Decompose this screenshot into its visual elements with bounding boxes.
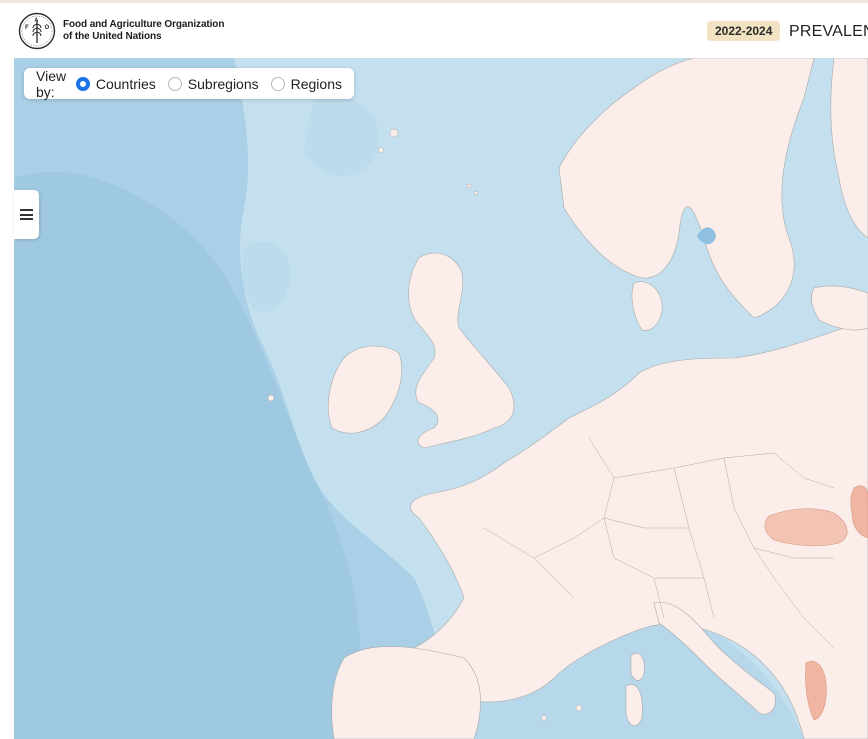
view-by-control: View by: Countries Subregions Regions [24,67,354,100]
radio-regions-indicator[interactable] [270,76,285,91]
sidebar-toggle-button[interactable] [14,190,39,239]
radio-subregions[interactable]: Subregions [167,75,259,92]
europe-map[interactable] [14,58,868,739]
radio-countries-label: Countries [95,75,156,92]
radio-countries[interactable]: Countries [75,75,156,92]
radio-subregions-indicator[interactable] [167,76,182,91]
period-badge: 2022-2024 [707,21,781,41]
svg-text:F: F [25,25,29,31]
header: F A O Food and Agriculture Organization … [0,3,868,58]
view-by-label: View by: [36,67,67,100]
map-canvas[interactable] [14,58,868,739]
svg-text:O: O [45,25,50,31]
indicator-title: PREVALENCE [789,23,868,40]
hamburger-menu-icon [20,209,33,220]
radio-regions-label: Regions [290,75,342,92]
fao-logo[interactable]: F A O Food and Agriculture Organization … [18,12,224,50]
org-name-line1: Food and Agriculture Organization [63,19,225,30]
radio-regions[interactable]: Regions [270,75,342,92]
radio-countries-indicator[interactable] [75,76,90,91]
iberian-peninsula[interactable] [331,646,481,739]
org-name: Food and Agriculture Organization of the… [63,19,224,43]
org-name-line2: of the United Nations [63,31,162,42]
radio-subregions-label: Subregions [187,75,259,92]
corsica[interactable] [630,652,645,681]
highlighted-country-central[interactable] [764,508,848,547]
svg-text:A: A [35,18,39,24]
fao-emblem-icon: F A O [18,12,56,50]
